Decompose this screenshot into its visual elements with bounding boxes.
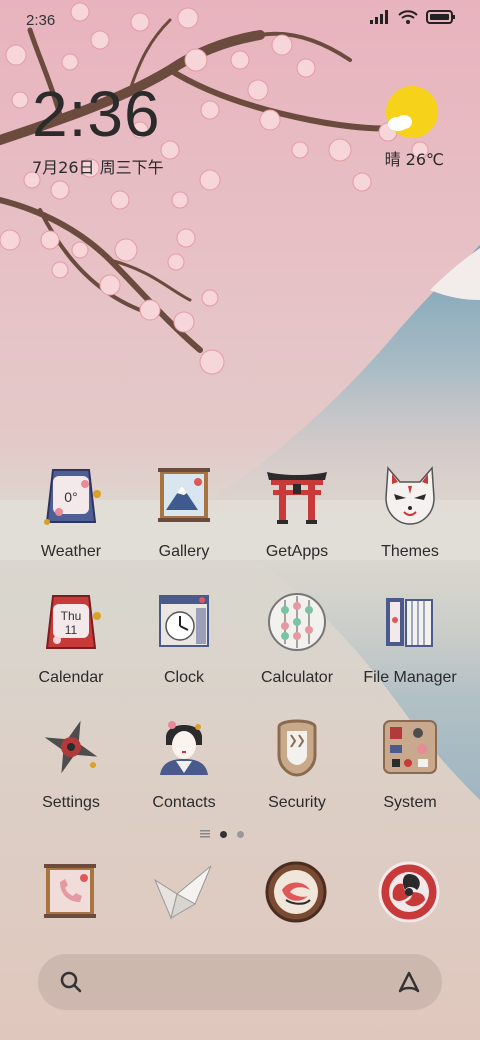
app-label: Gallery: [158, 543, 210, 560]
app-security[interactable]: Security: [242, 715, 352, 812]
widget-time: 2:36: [32, 78, 161, 150]
app-calculator[interactable]: Calculator: [242, 590, 352, 687]
status-time: 2:36: [26, 12, 56, 29]
app-file-manager[interactable]: File Manager: [355, 590, 465, 687]
weather-widget[interactable]: 晴 26℃: [354, 84, 444, 174]
app-getapps[interactable]: GetApps: [242, 464, 352, 561]
geisha-icon: [160, 721, 208, 775]
phone-scroll-icon[interactable]: [38, 860, 102, 924]
app-label: Weather: [40, 543, 102, 560]
list-icon: [200, 830, 210, 838]
app-calendar[interactable]: Thu 11 Calendar: [16, 590, 126, 687]
search-icon: [60, 971, 82, 993]
scroll-folder-icon: [386, 598, 433, 647]
wifi-icon: [398, 10, 418, 24]
app-clock[interactable]: Clock: [129, 590, 239, 687]
app-label: Calculator: [260, 669, 334, 686]
signal-icon: [370, 10, 388, 24]
abacus-icon: [268, 593, 326, 651]
tool-box-icon: [383, 720, 437, 774]
tomoe-browser-icon[interactable]: [377, 860, 441, 924]
paper-crane-icon[interactable]: [151, 860, 215, 924]
clock-scroll-icon: [159, 595, 209, 647]
page-indicator[interactable]: [200, 830, 244, 838]
status-bar: 2:36: [0, 0, 480, 40]
app-weather[interactable]: 0° Weather: [16, 464, 126, 561]
weather-text: 晴 26℃: [384, 150, 444, 169]
calendar-charm-icon: Thu 11: [45, 595, 101, 649]
widget-date: 7月26日 周三下午: [32, 158, 164, 177]
assistant-icon[interactable]: [396, 969, 422, 995]
app-label: GetApps: [265, 543, 329, 560]
app-settings[interactable]: Settings: [16, 715, 126, 812]
weather-charm-icon: 0°: [44, 469, 101, 525]
calendar-date: 11: [65, 623, 78, 637]
kitsune-mask-icon: [385, 466, 435, 525]
koi-camera-icon[interactable]: [264, 860, 328, 924]
sun-icon: [386, 86, 438, 138]
search-bar[interactable]: [38, 954, 442, 1010]
page-dot-active: [220, 830, 227, 838]
app-contacts[interactable]: Contacts: [129, 715, 239, 812]
app-themes[interactable]: Themes: [355, 464, 465, 561]
app-label: Security: [268, 794, 326, 811]
cherry-blossom-branch: [0, 2, 429, 375]
app-label: System: [383, 794, 437, 811]
battery-icon: [426, 10, 455, 24]
clock-widget[interactable]: 2:36 7月26日 周三下午: [32, 82, 164, 178]
rope-shield-icon: [277, 719, 317, 777]
shuriken-icon: [44, 720, 98, 774]
app-label: Contacts: [152, 794, 216, 811]
app-label: Calendar: [38, 669, 104, 686]
app-label: Settings: [42, 794, 100, 811]
weather-badge: 0°: [64, 489, 77, 505]
app-label: File Manager: [363, 669, 457, 686]
app-gallery[interactable]: Gallery: [129, 464, 239, 561]
calendar-day: Thu: [61, 609, 82, 623]
page-dot: [237, 830, 244, 838]
app-label: Themes: [381, 543, 439, 560]
fuji-scroll-icon: [158, 468, 210, 522]
torii-gate-icon: [267, 472, 327, 524]
app-label: Clock: [163, 669, 204, 686]
app-system[interactable]: System: [355, 715, 465, 812]
